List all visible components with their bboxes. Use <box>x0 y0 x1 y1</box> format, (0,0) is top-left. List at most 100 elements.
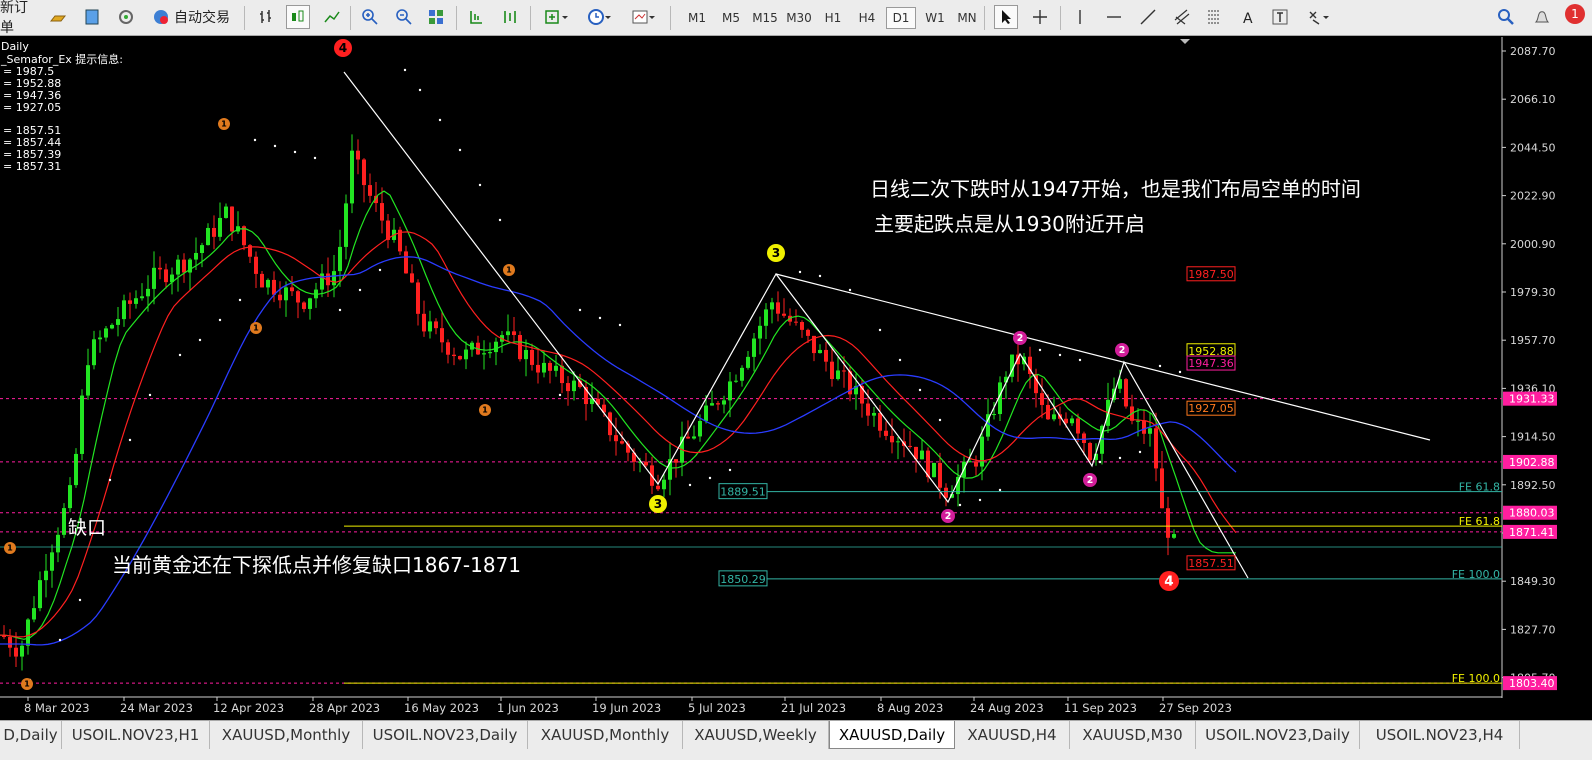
sar-dot <box>358 288 362 292</box>
sar-dot <box>1118 456 1122 460</box>
candle-body <box>98 337 102 340</box>
price-axis-label: 1957.70 <box>1510 334 1556 347</box>
candle-body <box>908 445 912 447</box>
candlestick-chart-icon[interactable] <box>286 5 310 29</box>
timeframe-h4[interactable]: H4 <box>852 7 882 29</box>
candle-body <box>734 380 738 382</box>
zoom-out-icon[interactable] <box>392 5 416 29</box>
timeframe-m5[interactable]: M5 <box>716 7 746 29</box>
semafor-marker-label: 1 <box>24 679 30 689</box>
signals-icon[interactable] <box>114 5 138 29</box>
chart-shift-icon[interactable] <box>464 5 488 29</box>
price-axis-label: 2044.50 <box>1510 141 1556 154</box>
candle-body <box>20 645 24 657</box>
candle-body <box>512 331 516 336</box>
candle-body <box>620 441 624 444</box>
timeframe-m30[interactable]: M30 <box>784 7 814 29</box>
candle-body <box>842 370 846 372</box>
indicator-value: = 1857.31 <box>3 160 61 173</box>
candle-body <box>296 291 300 303</box>
candle-body <box>128 300 132 304</box>
candle-body <box>944 487 948 498</box>
candle-body <box>332 271 336 286</box>
timeframe-m1[interactable]: M1 <box>682 7 712 29</box>
cursor-arrow-icon[interactable] <box>994 5 1018 29</box>
chart-tab[interactable]: D,Daily <box>0 721 62 749</box>
chart-tab[interactable]: XAUUSD,Monthly <box>210 721 363 749</box>
chart-tab[interactable]: XAUUSD,Weekly <box>683 721 829 749</box>
candle-body <box>758 325 762 339</box>
candle-body <box>194 253 198 260</box>
fib-level-label: FE 61.8 <box>1459 515 1500 528</box>
chart-tab[interactable]: USOIL.NOV23,H4 <box>1360 721 1520 749</box>
chart-tab[interactable]: XAUUSD,M30 <box>1070 721 1196 749</box>
auto-scroll-icon[interactable] <box>498 5 522 29</box>
crosshair-icon[interactable] <box>1028 5 1052 29</box>
chart-tab[interactable]: USOIL.NOV23,H1 <box>62 721 210 749</box>
timeframe-m15[interactable]: M15 <box>750 7 780 29</box>
level-box-label: 1947.36 <box>1188 357 1234 370</box>
timeframe-w1[interactable]: W1 <box>920 7 950 29</box>
candle-body <box>656 485 660 490</box>
candle-body <box>692 436 696 439</box>
text-box-icon[interactable] <box>1268 5 1292 29</box>
sar-dot <box>403 68 407 72</box>
sar-dot <box>218 318 222 322</box>
candle-body <box>182 259 186 273</box>
timeframe-mn[interactable]: MN <box>952 7 982 29</box>
new-order-button[interactable]: 新订单 <box>0 0 40 36</box>
candle-body <box>32 608 36 620</box>
date-axis-label: 27 Sep 2023 <box>1159 701 1232 715</box>
auto-trading-icon <box>154 10 168 24</box>
candle-body <box>176 259 180 275</box>
zoom-in-icon[interactable] <box>358 5 382 29</box>
text-label-icon[interactable]: A <box>1236 5 1260 29</box>
search-icon[interactable] <box>1494 5 1518 29</box>
line-chart-icon[interactable] <box>320 5 344 29</box>
sar-dot <box>898 358 902 362</box>
bar-chart-icon[interactable] <box>254 5 278 29</box>
timeframe-d1[interactable]: D1 <box>886 7 916 29</box>
candle-body <box>44 570 48 581</box>
chart-tab[interactable]: XAUUSD,H4 <box>955 721 1070 749</box>
auto-trading-button[interactable]: 自动交易 <box>146 5 236 29</box>
indicators-dropdown-icon[interactable] <box>540 5 574 29</box>
periods-clock-icon[interactable] <box>582 5 618 29</box>
sar-dot <box>293 150 297 154</box>
chart-tab[interactable]: USOIL.NOV23,Daily <box>363 721 528 749</box>
candle-body <box>1040 393 1044 405</box>
candle-body <box>380 203 384 221</box>
price-chart[interactable]: 1889.51 1850.29 FE 61.8 FE 61.8 FE 100.0 FE 1… <box>0 37 1592 720</box>
history-icon[interactable] <box>80 5 104 29</box>
notifications-icon[interactable] <box>1530 5 1554 29</box>
indicator-value: = 1927.05 <box>3 101 61 114</box>
candle-body <box>698 420 702 437</box>
channel-icon[interactable] <box>1170 5 1194 29</box>
sar-dot <box>938 418 942 422</box>
candle-body <box>410 273 414 283</box>
chart-tab[interactable]: USOIL.NOV23,Daily <box>1196 721 1360 749</box>
candle-body <box>440 328 444 343</box>
candle-body <box>74 453 78 486</box>
candle-body <box>872 412 876 416</box>
annotation-gap: 缺口 <box>68 517 106 539</box>
horizontal-line-icon[interactable] <box>1102 5 1126 29</box>
gold-bars-icon[interactable] <box>46 5 70 29</box>
candle-body <box>146 288 150 297</box>
trendline-icon[interactable] <box>1136 5 1160 29</box>
tile-windows-icon[interactable] <box>424 5 448 29</box>
vertical-line-icon[interactable] <box>1068 5 1092 29</box>
price-axis-label: 1827.70 <box>1510 623 1556 636</box>
timeframe-h1[interactable]: H1 <box>818 7 848 29</box>
candle-body <box>866 403 870 416</box>
candle-body <box>728 381 732 401</box>
sar-dot <box>688 483 692 487</box>
candle-body <box>1148 428 1152 434</box>
chart-tab[interactable]: XAUUSD,Daily <box>829 721 955 749</box>
chart-tab[interactable]: XAUUSD,Monthly <box>528 721 683 749</box>
candle-body <box>122 300 126 320</box>
templates-icon[interactable] <box>626 5 662 29</box>
sar-dot <box>108 478 112 482</box>
arrows-dropdown-icon[interactable] <box>1302 5 1338 29</box>
fibonacci-icon[interactable] <box>1202 5 1226 29</box>
